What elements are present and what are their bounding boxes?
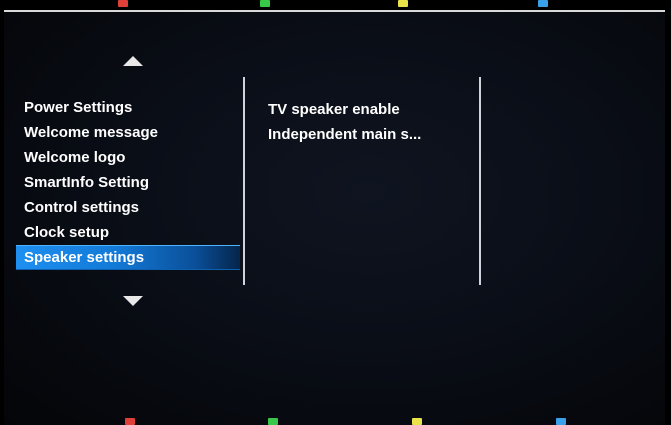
column-divider <box>479 77 481 285</box>
tv-menu-screen: Power Settings Welcome message Welcome l… <box>0 0 671 425</box>
menu-item-power-settings[interactable]: Power Settings <box>16 95 240 120</box>
column-divider <box>243 77 245 285</box>
submenu-item-independent-main-speaker[interactable]: Independent main s... <box>260 122 470 147</box>
scroll-down-icon[interactable] <box>123 296 143 306</box>
yellow-key-icon[interactable] <box>412 418 422 425</box>
scroll-up-icon[interactable] <box>123 56 143 66</box>
menu-item-speaker-settings[interactable]: Speaker settings <box>16 245 240 270</box>
submenu-item-tv-speaker-enable[interactable]: TV speaker enable <box>260 97 470 122</box>
right-border <box>665 0 671 425</box>
menu-item-welcome-message[interactable]: Welcome message <box>16 120 240 145</box>
left-border <box>0 0 4 425</box>
top-border <box>0 0 671 12</box>
speaker-submenu: TV speaker enable Independent main s... <box>260 97 470 147</box>
red-key-icon <box>118 0 128 7</box>
menu-item-smartinfo-setting[interactable]: SmartInfo Setting <box>16 170 240 195</box>
blue-key-icon <box>538 0 548 7</box>
red-key-icon[interactable] <box>125 418 135 425</box>
green-key-icon <box>260 0 270 7</box>
menu-item-clock-setup[interactable]: Clock setup <box>16 220 240 245</box>
menu-item-welcome-logo[interactable]: Welcome logo <box>16 145 240 170</box>
settings-menu: Power Settings Welcome message Welcome l… <box>16 95 240 270</box>
blue-key-icon[interactable] <box>556 418 566 425</box>
menu-item-control-settings[interactable]: Control settings <box>16 195 240 220</box>
yellow-key-icon <box>398 0 408 7</box>
green-key-icon[interactable] <box>268 418 278 425</box>
